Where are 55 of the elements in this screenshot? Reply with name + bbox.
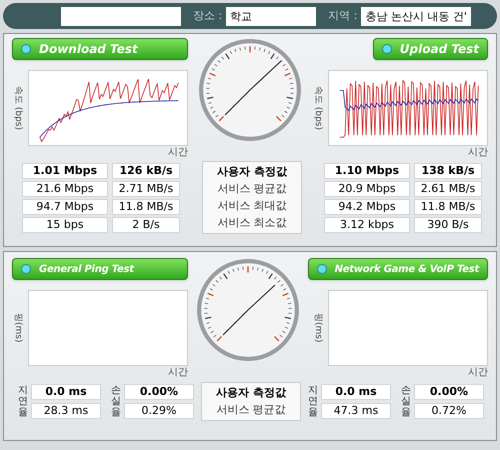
text-field[interactable]: 충남 논산시 내동 건' — [361, 6, 471, 26]
y-axis-label: 속도 (bps) — [12, 86, 24, 130]
value-cell: 2.71 MB/s — [112, 180, 180, 196]
x-axis-label: 시간 — [468, 366, 488, 380]
value-cell: 1.01 Mbps — [22, 162, 108, 178]
y-axis-label: 속도 (bps) — [312, 86, 324, 130]
y-axis-label: 핑(ms) — [312, 313, 324, 343]
value-cell: 21.6 Mbps — [22, 180, 108, 196]
value-cell: 94.2 Mbps — [324, 198, 410, 214]
vertical-label: 지연율 — [308, 385, 318, 418]
value-cell: 3.12 kbps — [324, 216, 410, 232]
value-cell: 2 B/s — [112, 216, 180, 232]
row-label: 사용자 측정값 — [216, 164, 288, 180]
value-cell: 126 kB/s — [112, 162, 180, 178]
row-label: 서비스 최대값 — [216, 198, 288, 214]
x-axis-label: 시간 — [168, 146, 188, 160]
value-cell: 0.29% — [124, 403, 194, 419]
field-label: 지역 : — [328, 8, 358, 24]
vertical-label: 손실율 — [401, 385, 411, 418]
value-cell: 138 kB/s — [414, 162, 482, 178]
text-field[interactable]: 학교 — [226, 6, 316, 26]
value-cell: 11.8 MB/s — [112, 198, 180, 214]
test-button[interactable]: Download Test — [12, 38, 188, 60]
y-axis-label: 핑(ms) — [12, 313, 24, 343]
value-cell: 11.8 MB/s — [414, 198, 482, 214]
row-label: 서비스 평균값 — [215, 402, 287, 418]
value-cell: 0.00% — [124, 384, 194, 400]
vertical-label: 지연율 — [18, 385, 28, 418]
value-cell: 94.7 Mbps — [22, 198, 108, 214]
row-label: 서비스 최소값 — [216, 215, 288, 231]
value-cell: 2.61 MB/s — [414, 180, 482, 196]
status-light-icon — [21, 44, 31, 54]
value-cell: 0.72% — [414, 403, 484, 419]
status-light-icon — [316, 264, 327, 274]
status-light-icon — [382, 44, 392, 54]
value-cell: 15 bps — [22, 216, 108, 232]
text-field[interactable] — [61, 6, 181, 26]
field-label: 장소 : — [193, 8, 222, 24]
value-cell: 0.0 ms — [31, 384, 101, 400]
test-button[interactable]: Upload Test — [372, 38, 488, 60]
x-axis-label: 시간 — [468, 146, 488, 160]
value-cell: 47.3 ms — [321, 403, 391, 419]
test-button[interactable]: General Ping Test — [12, 258, 188, 280]
test-button[interactable]: Network Game & VoIP Test — [308, 258, 488, 280]
row-label: 사용자 측정값 — [215, 385, 287, 401]
value-cell: 0.0 ms — [321, 384, 391, 400]
value-cell: 390 B/s — [414, 216, 482, 232]
row-label: 서비스 평균값 — [216, 181, 288, 197]
value-cell: 1.10 Mbps — [324, 162, 410, 178]
value-cell: 0.00% — [414, 384, 484, 400]
status-light-icon — [21, 264, 31, 274]
value-cell: 28.3 ms — [31, 403, 101, 419]
vertical-label: 손실율 — [111, 385, 121, 418]
value-cell: 20.9 Mbps — [324, 180, 410, 196]
x-axis-label: 시간 — [168, 366, 188, 380]
